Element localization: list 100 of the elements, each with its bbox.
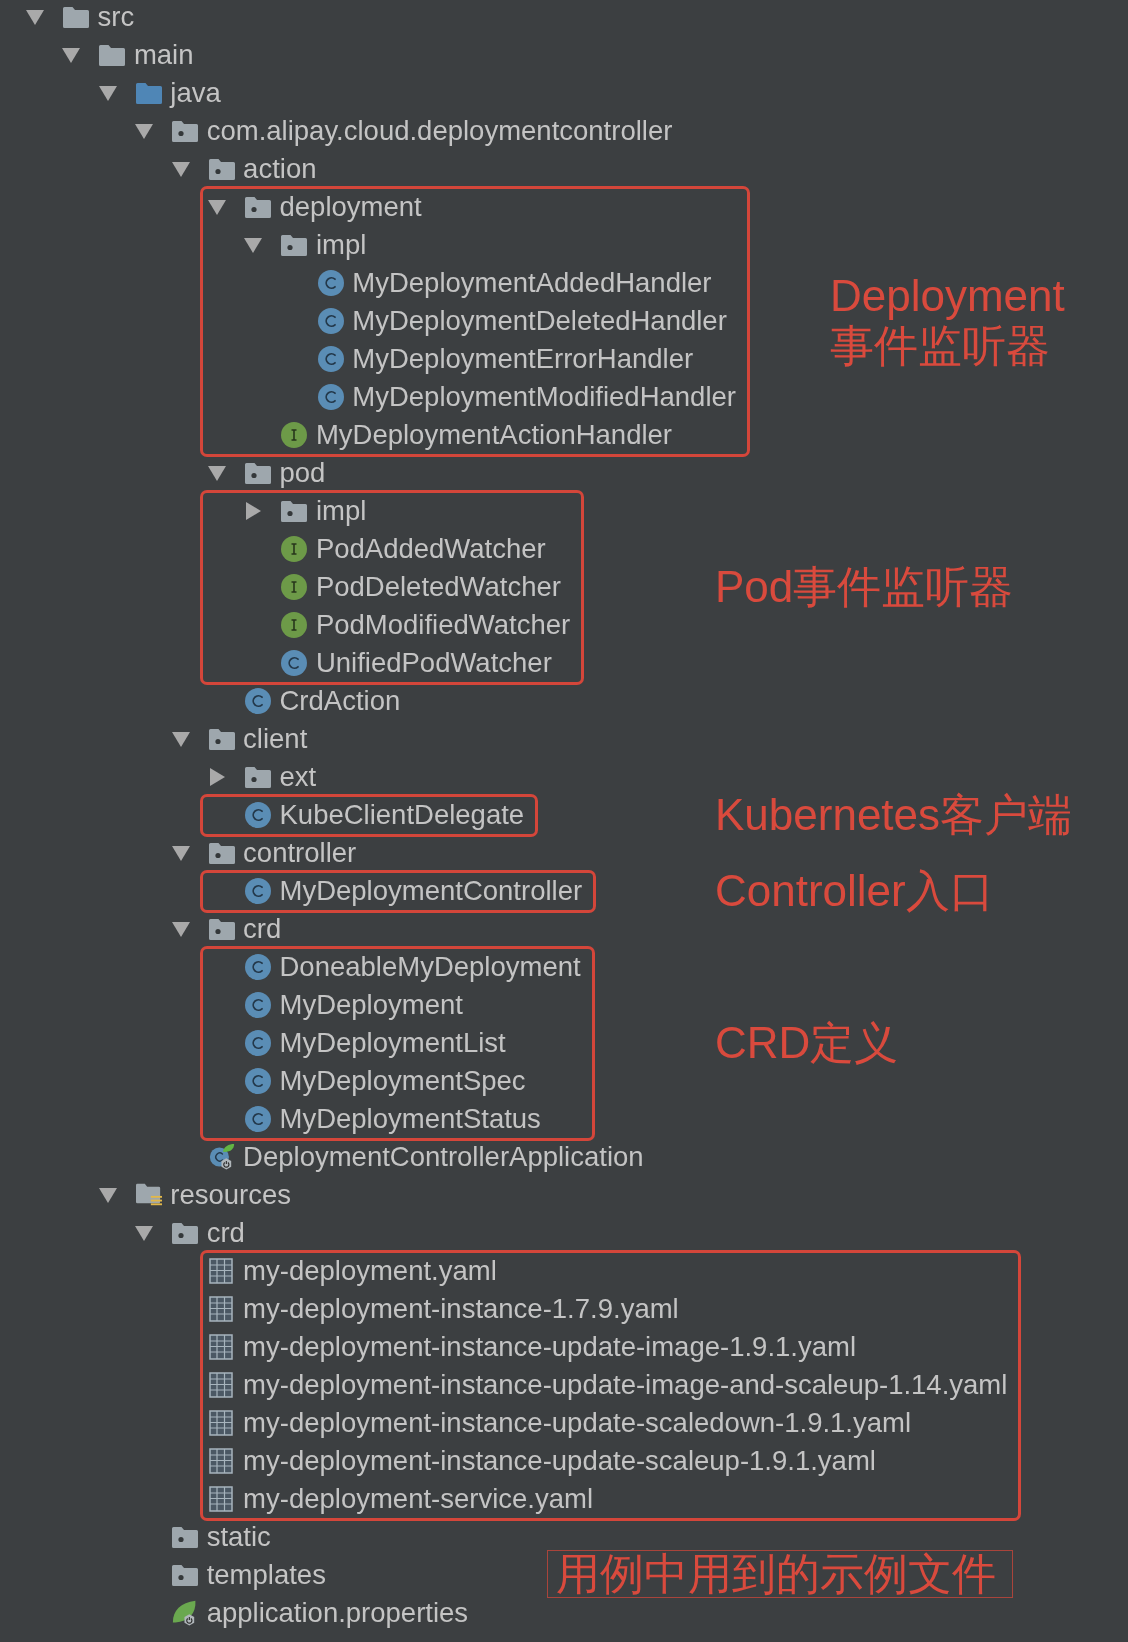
- annotation-label: CRD定义: [715, 1018, 899, 1068]
- interface-icon: [281, 536, 308, 562]
- package-icon: [208, 158, 235, 180]
- class-icon: [317, 346, 344, 372]
- class-icon: [245, 878, 271, 904]
- package-icon: [281, 234, 308, 256]
- tree-item-label[interactable]: src: [97, 3, 135, 31]
- tree-item-label[interactable]: MyDeployment: [279, 991, 463, 1019]
- caret-down-icon[interactable]: [208, 465, 226, 481]
- tree-item-label[interactable]: MyDeploymentAddedHandler: [352, 269, 712, 297]
- tree-item-label[interactable]: my-deployment-instance-update-scaleup-1.9.1.yaml: [243, 1447, 876, 1475]
- interface-icon: [281, 574, 308, 600]
- class-icon: [245, 1106, 271, 1132]
- grid-file-icon: [208, 1410, 233, 1436]
- tree-item-label[interactable]: com.alipay.cloud.deploymentcontroller: [206, 117, 673, 145]
- package-icon: [281, 500, 308, 522]
- tree-item-label[interactable]: PodDeletedWatcher: [315, 573, 561, 601]
- class-icon: [317, 384, 344, 410]
- tree-item-label[interactable]: impl: [315, 231, 367, 259]
- caret-down-icon[interactable]: [171, 845, 190, 861]
- tree-item-label[interactable]: main: [133, 41, 194, 69]
- annotation-label: Controller入口: [715, 866, 994, 916]
- grid-file-icon: [208, 1334, 233, 1360]
- tree-item-label[interactable]: my-deployment.yaml: [243, 1257, 497, 1285]
- caret-down-icon[interactable]: [208, 199, 226, 215]
- caret-right-icon[interactable]: [209, 768, 225, 786]
- class-icon: [245, 992, 271, 1018]
- package-icon: [245, 766, 271, 788]
- caret-down-icon[interactable]: [171, 731, 190, 747]
- caret-down-icon[interactable]: [135, 1225, 154, 1241]
- caret-down-icon[interactable]: [171, 161, 190, 177]
- tree-item-label[interactable]: pod: [279, 459, 326, 487]
- tree-item-label[interactable]: UnifiedPodWatcher: [315, 649, 552, 677]
- class-icon: [317, 270, 344, 296]
- tree-item-label[interactable]: PodAddedWatcher: [315, 535, 546, 563]
- class-icon: [245, 1030, 271, 1056]
- annotation-label: Deployment事件监听器: [829, 271, 1066, 371]
- tree-item-label[interactable]: MyDeploymentStatus: [279, 1105, 541, 1133]
- grid-file-icon: [208, 1258, 233, 1284]
- interface-icon: [281, 422, 308, 448]
- tree-item-label[interactable]: controller: [243, 839, 357, 867]
- folder-icon: [135, 82, 162, 104]
- caret-down-icon[interactable]: [98, 85, 117, 101]
- tree-item-label[interactable]: action: [243, 155, 317, 183]
- caret-down-icon[interactable]: [26, 9, 44, 25]
- tree-item-label[interactable]: crd: [243, 915, 282, 943]
- grid-file-icon: [208, 1296, 233, 1322]
- class-icon: [245, 688, 271, 714]
- tree-item-label[interactable]: static: [206, 1523, 271, 1551]
- tree-item-label[interactable]: my-deployment-instance-update-scaledown-1.9.1.yaml: [243, 1409, 912, 1437]
- tree-item-label[interactable]: java: [170, 79, 221, 107]
- tree-item-label[interactable]: MyDeploymentController: [279, 877, 583, 905]
- annotation-label: Pod事件监听器: [715, 562, 1014, 612]
- tree-item-label[interactable]: impl: [315, 497, 367, 525]
- caret-down-icon[interactable]: [62, 47, 81, 63]
- grid-file-icon: [208, 1448, 233, 1474]
- tree-item-label[interactable]: client: [243, 725, 308, 753]
- tree-item-label[interactable]: crd: [206, 1219, 245, 1247]
- tree-item-label[interactable]: KubeClientDelegate: [279, 801, 525, 829]
- class-icon: [245, 802, 271, 828]
- tree-item-label[interactable]: CrdAction: [279, 687, 401, 715]
- tree-item-label[interactable]: MyDeploymentActionHandler: [315, 421, 673, 449]
- package-icon: [172, 1526, 199, 1548]
- caret-down-icon[interactable]: [135, 123, 154, 139]
- tree-item-label[interactable]: PodModifiedWatcher: [315, 611, 571, 639]
- package-icon: [208, 918, 235, 940]
- folder-icon: [99, 44, 126, 66]
- caret-down-icon[interactable]: [171, 921, 190, 937]
- tree-item-label[interactable]: application.properties: [206, 1599, 469, 1627]
- application-class-icon: [208, 1142, 235, 1172]
- annotation-label: 用例中用到的示例文件: [547, 1550, 1013, 1598]
- interface-icon: [281, 612, 308, 638]
- grid-file-icon: [208, 1372, 233, 1398]
- package-icon: [172, 1222, 199, 1244]
- tree-item-label[interactable]: my-deployment-instance-update-image-and-scaleup-1.14.yaml: [243, 1371, 1008, 1399]
- caret-down-icon[interactable]: [244, 237, 263, 253]
- class-icon: [317, 308, 344, 334]
- tree-item-label[interactable]: my-deployment-service.yaml: [243, 1485, 594, 1513]
- tree-item-label[interactable]: DeploymentControllerApplication: [243, 1143, 644, 1171]
- folder-icon: [63, 6, 89, 28]
- tree-item-label[interactable]: MyDeploymentSpec: [279, 1067, 526, 1095]
- tree-item-label[interactable]: templates: [206, 1561, 326, 1589]
- tree-item-label[interactable]: my-deployment-instance-update-image-1.9.1.yaml: [243, 1333, 857, 1361]
- tree-item-label[interactable]: deployment: [279, 193, 422, 221]
- caret-right-icon[interactable]: [245, 502, 261, 520]
- tree-item-label[interactable]: MyDeploymentModifiedHandler: [352, 383, 736, 411]
- tree-item-label[interactable]: MyDeploymentDeletedHandler: [352, 307, 727, 335]
- resource-folder-icon: [135, 1183, 162, 1207]
- package-icon: [172, 1564, 199, 1586]
- tree-item-label[interactable]: DoneableMyDeployment: [279, 953, 581, 981]
- annotation-label: Kubernetes客户端: [715, 790, 1073, 840]
- tree-item-label[interactable]: ext: [279, 763, 317, 791]
- tree-item-label[interactable]: resources: [170, 1181, 292, 1209]
- package-icon: [172, 120, 199, 142]
- tree-item-label[interactable]: MyDeploymentErrorHandler: [352, 345, 694, 373]
- class-icon: [245, 1068, 271, 1094]
- tree-item-label[interactable]: my-deployment-instance-1.7.9.yaml: [243, 1295, 679, 1323]
- tree-item-label[interactable]: MyDeploymentList: [279, 1029, 506, 1057]
- package-icon: [245, 196, 271, 218]
- caret-down-icon[interactable]: [98, 1187, 117, 1203]
